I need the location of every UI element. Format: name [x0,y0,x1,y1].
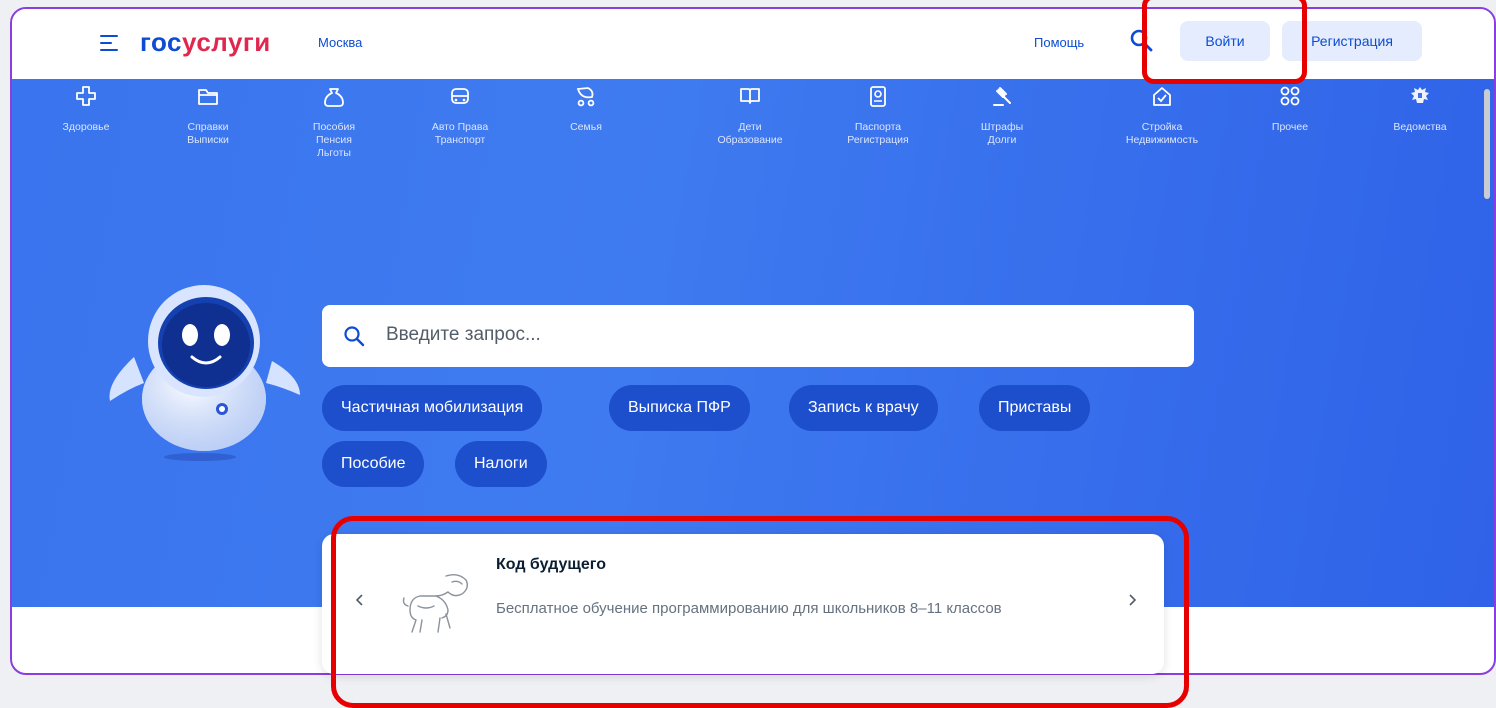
promo-title: Код будущего [496,556,606,573]
emblem-icon [1411,87,1429,103]
search-placeholder: Введите запрос... [386,324,541,345]
category-bag[interactable]: Пособия Пенсия Льготы [274,85,394,160]
category-label: Стройка Недвижимость [1125,121,1199,146]
chip-mobilization[interactable]: Частичная мобилизация [322,385,543,431]
promo-card[interactable]: Код будущего Бесплатное обучение програм… [322,534,1164,674]
chip-doctor-appointment[interactable]: Запись к врачу [789,385,938,431]
robot-dog-icon [402,573,469,633]
search-icon[interactable] [1128,27,1156,55]
robot-assistant-icon [109,285,300,461]
menu-burger-icon[interactable] [100,35,118,51]
category-folder[interactable]: Справки Выписки [148,85,268,147]
category-health-cross[interactable]: Здоровье [26,85,146,134]
house-icon [1153,87,1171,106]
category-book[interactable]: Дети Образование [690,85,810,147]
site-header: госуслуги Москва Помощь Войти Регистраци… [12,9,1494,79]
register-button[interactable]: Регистрация [1282,21,1422,61]
category-emblem[interactable]: Ведомства [1360,85,1480,134]
promo-description: Бесплатное обучение программированию для… [496,600,1002,617]
category-passport[interactable]: Паспорта Регистрация [818,85,938,147]
scrollbar[interactable] [1484,89,1490,199]
car-icon [451,88,469,104]
search-icon [344,326,365,347]
category-label: Дети Образование [717,121,783,146]
chevron-left-icon[interactable] [350,590,370,610]
logo-part-1: гос [140,27,182,57]
category-label: Семья [570,121,602,133]
category-label: Паспорта Регистрация [847,121,909,146]
category-label: Здоровье [62,121,110,133]
category-stroller[interactable]: Семья [526,85,646,134]
gavel-icon [993,87,1011,106]
chip-pfr-statement[interactable]: Выписка ПФР [609,385,750,431]
category-label: Пособия Пенсия Льготы [312,121,356,159]
chip-taxes[interactable]: Налоги [455,441,547,487]
login-button[interactable]: Войти [1180,21,1270,61]
logo-part-2: услуги [182,27,271,57]
chip-allowance[interactable]: Пособие [322,441,425,487]
folder-icon [198,89,218,105]
book-icon [740,88,760,104]
category-label: Справки Выписки [187,121,229,146]
chip-bailiffs[interactable]: Приставы [979,385,1091,431]
category-label: Штрафы Долги [980,121,1024,146]
category-grid[interactable]: Прочее [1230,85,1350,134]
bag-icon [324,88,344,107]
help-link[interactable]: Помощь [1034,35,1084,50]
hero-banner: Здоровье Справки Выписки Пособия Пенсия Ль… [12,79,1494,607]
health-cross-icon [76,86,96,106]
category-gavel[interactable]: Штрафы Долги [942,85,1062,147]
chevron-right-icon[interactable] [1122,590,1142,610]
main-search-input[interactable]: Введите запрос... [322,305,1194,367]
category-label: Ведомства [1393,121,1447,133]
category-car[interactable]: Авто Права Транспорт [400,85,520,147]
city-selector[interactable]: Москва [318,35,362,50]
passport-icon [870,86,886,107]
category-house[interactable]: Стройка Недвижимость [1102,85,1222,147]
gosuslugi-logo[interactable]: госуслуги [140,27,271,58]
category-label: Прочее [1271,121,1309,133]
category-label: Авто Права Транспорт [431,121,489,146]
grid-icon [1280,86,1300,106]
category-nav: Здоровье Справки Выписки Пособия Пенсия Ль… [12,85,1494,205]
stroller-icon [576,87,595,107]
